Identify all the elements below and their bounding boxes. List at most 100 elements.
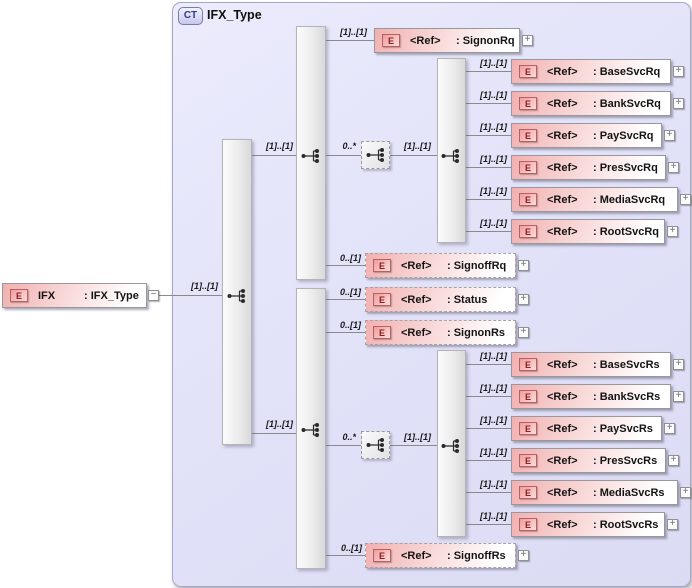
element-basesvcrq[interactable]: E <Ref> : BaseSvcRq <box>511 59 671 84</box>
element-icon: E <box>519 358 537 371</box>
element-signonrq[interactable]: E <Ref> : SignonRq <box>374 28 520 53</box>
element-type: : SignoffRs <box>447 549 506 562</box>
element-name: <Ref> <box>547 358 578 371</box>
expand-icon[interactable]: + <box>680 487 691 498</box>
element-icon: E <box>519 390 537 403</box>
schema-diagram: CT IFX_Type E IFX: IFX_Type − [1]..[1] … <box>0 0 692 588</box>
element-banksvcrs[interactable]: E <Ref> : BankSvcRs <box>511 384 671 409</box>
sequence-icon <box>365 147 387 163</box>
element-type: : MediaSvcRq <box>593 193 666 206</box>
element-name: <Ref> <box>547 225 578 238</box>
element-type: : BankSvcRq <box>593 97 661 110</box>
sequence-icon <box>440 148 462 164</box>
cardinality-label: [1]..[1] <box>480 415 507 425</box>
expand-icon[interactable]: + <box>518 327 529 338</box>
element-type: : SignonRq <box>456 34 515 47</box>
complex-type-badge: CT <box>178 7 203 25</box>
element-icon: E <box>373 549 391 562</box>
expand-icon[interactable]: + <box>518 260 529 271</box>
cardinality-label: [1]..[1] <box>480 122 507 132</box>
element-icon: E <box>519 161 537 174</box>
collapse-icon[interactable]: − <box>148 290 159 301</box>
element-type: : BaseSvcRs <box>593 358 660 371</box>
cardinality-label: 0..* <box>342 432 356 442</box>
expand-icon[interactable]: + <box>673 391 684 402</box>
cardinality-label: [1]..[1] <box>480 351 507 361</box>
element-basesvcrs[interactable]: E <Ref> : BaseSvcRs <box>511 352 671 377</box>
sequence-icon <box>365 437 387 453</box>
cardinality-label: [1]..[1] <box>480 218 507 228</box>
element-paysvcrs[interactable]: E <Ref> : PaySvcRs <box>511 416 662 441</box>
element-icon: E <box>519 97 537 110</box>
expand-icon[interactable]: + <box>518 550 529 561</box>
element-status[interactable]: E <Ref> : Status <box>365 287 516 312</box>
expand-icon[interactable]: + <box>680 194 691 205</box>
sequence-icon <box>226 288 248 304</box>
element-ifx-root[interactable]: E IFX : IFX_Type <box>2 283 147 308</box>
element-name: <Ref> <box>547 193 578 206</box>
element-type: : SignonRs <box>447 326 506 339</box>
element-name: <Ref> <box>547 390 578 403</box>
expand-icon[interactable]: + <box>518 294 529 305</box>
element-name: <Ref> <box>547 97 578 110</box>
expand-icon[interactable]: + <box>667 226 678 237</box>
cardinality-label: [1]..[1] <box>404 432 431 442</box>
sequence-icon <box>300 148 322 164</box>
expand-icon[interactable]: + <box>673 66 684 77</box>
element-type: : RootSvcRq <box>593 225 659 238</box>
element-icon: E <box>382 34 400 47</box>
element-icon: E <box>519 422 537 435</box>
cardinality-label: 0..[1] <box>339 320 361 330</box>
element-type: : PresSvcRq <box>593 161 658 174</box>
element-icon: E <box>519 129 537 142</box>
element-type: : BankSvcRs <box>593 390 661 403</box>
element-name: <Ref> <box>547 129 578 142</box>
element-paysvcrq[interactable]: E <Ref> : PaySvcRq <box>511 123 662 148</box>
element-type: : BaseSvcRq <box>593 65 661 78</box>
element-name: <Ref> <box>547 486 578 499</box>
element-name: <Ref> <box>547 65 578 78</box>
element-rootsvcrq[interactable]: E <Ref> : RootSvcRq <box>511 219 665 244</box>
repeat-sequence-box-response[interactable] <box>361 431 390 459</box>
expand-icon[interactable]: + <box>673 359 684 370</box>
repeat-sequence-box-request[interactable] <box>361 141 390 169</box>
element-type: : PaySvcRs <box>593 422 653 435</box>
diagram-title: IFX_Type <box>207 8 262 22</box>
element-name: <Ref> <box>410 34 441 47</box>
element-signoffrq[interactable]: E <Ref> : SignoffRq <box>365 253 516 278</box>
expand-icon[interactable]: + <box>522 35 533 46</box>
element-icon: E <box>519 454 537 467</box>
cardinality-label: [1]..[1] <box>191 281 218 291</box>
element-rootsvcrs[interactable]: E <Ref> : RootSvcRs <box>511 512 665 537</box>
element-signoffrs[interactable]: E <Ref> : SignoffRs <box>365 543 516 568</box>
cardinality-label: [1]..[1] <box>404 141 431 151</box>
expand-icon[interactable]: + <box>664 423 675 434</box>
element-mediasvcrq[interactable]: E <Ref> : MediaSvcRq <box>511 187 678 212</box>
element-mediasvcrs[interactable]: E <Ref> : MediaSvcRs <box>511 480 678 505</box>
cardinality-label: [1]..[1] <box>480 186 507 196</box>
element-pressvcrs[interactable]: E <Ref> : PresSvcRs <box>511 448 666 473</box>
element-type: : PresSvcRs <box>593 454 658 467</box>
element-pressvcrq[interactable]: E <Ref> : PresSvcRq <box>511 155 666 180</box>
expand-icon[interactable]: + <box>667 519 678 530</box>
expand-icon[interactable]: + <box>668 162 679 173</box>
cardinality-label: [1]..[1] <box>480 447 507 457</box>
expand-icon[interactable]: + <box>668 455 679 466</box>
cardinality-label: 0..[1] <box>339 253 361 263</box>
element-name: <Ref> <box>547 161 578 174</box>
element-icon: E <box>519 225 537 238</box>
element-name: <Ref> <box>547 518 578 531</box>
element-icon: E <box>519 65 537 78</box>
expand-icon[interactable]: + <box>664 130 675 141</box>
element-banksvcrq[interactable]: E <Ref> : BankSvcRq <box>511 91 671 116</box>
element-signonrs[interactable]: E <Ref> : SignonRs <box>365 320 516 345</box>
cardinality-label: [1]..[1] <box>480 511 507 521</box>
cardinality-label: [1]..[1] <box>480 90 507 100</box>
element-icon: E <box>519 193 537 206</box>
element-icon: E <box>373 293 391 306</box>
element-name: <Ref> <box>401 326 432 339</box>
element-type: : RootSvcRs <box>593 518 659 531</box>
element-icon: E <box>519 486 537 499</box>
expand-icon[interactable]: + <box>673 98 684 109</box>
cardinality-label: [1]..[1] <box>480 383 507 393</box>
